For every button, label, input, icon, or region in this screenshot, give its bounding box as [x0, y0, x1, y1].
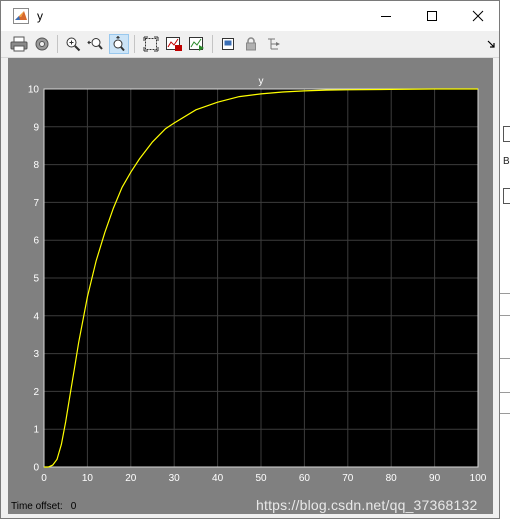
- x-tick-label: 40: [212, 473, 224, 484]
- background-window-edge: [500, 358, 510, 359]
- y-tick-label: 9: [33, 122, 39, 133]
- minimize-button[interactable]: [363, 1, 409, 31]
- background-block: [503, 188, 510, 204]
- close-icon: [472, 10, 484, 22]
- background-window-edge: [500, 315, 510, 316]
- scope-figure: 0 10 20 30 40 50 60 70 80 90 100 0 1 2 3 4 5 6 7 8 9 10 y: [8, 58, 493, 514]
- background-label: B: [503, 156, 510, 167]
- close-button[interactable]: [455, 1, 501, 31]
- background-window-edge: [500, 392, 510, 393]
- zoom-y-icon: [113, 36, 125, 52]
- zoom-in-icon: [66, 37, 81, 52]
- x-tick-label: 90: [429, 473, 441, 484]
- x-tick-label: 0: [41, 473, 47, 484]
- float-icon: [222, 38, 234, 50]
- signal-selection-button[interactable]: [264, 34, 284, 54]
- chart-title: y: [259, 76, 264, 87]
- toolbar-separator: [212, 35, 213, 53]
- zoom-in-button[interactable]: [63, 34, 83, 54]
- settings-button[interactable]: [32, 34, 52, 54]
- x-tick-label: 70: [342, 473, 354, 484]
- x-tick-label: 50: [255, 473, 267, 484]
- signal-selection-icon: [268, 38, 280, 50]
- dock-button[interactable]: [485, 34, 497, 54]
- toolbar-separator: [134, 35, 135, 53]
- time-offset-label: Time offset:: [11, 501, 63, 512]
- y-tick-label: 3: [33, 349, 39, 360]
- background-block: [503, 126, 510, 142]
- zoom-x-icon: [87, 38, 103, 50]
- maximize-icon: [427, 11, 437, 21]
- y-tick-label: 1: [33, 425, 39, 436]
- zoom-y-button[interactable]: [109, 34, 129, 54]
- save-axes-settings-icon: [166, 37, 182, 51]
- scope-plot[interactable]: 0 10 20 30 40 50 60 70 80 90 100 0 1 2 3 4 5 6 7 8 9 10 y: [8, 58, 493, 514]
- restore-axes-settings-icon: [189, 37, 204, 51]
- y-tick-label: 0: [33, 463, 39, 474]
- minimize-icon: [381, 16, 391, 17]
- x-tick-label: 60: [299, 473, 311, 484]
- window-title: y: [37, 9, 43, 23]
- print-icon: [10, 36, 28, 52]
- x-tick-label: 80: [386, 473, 398, 484]
- x-tick-label: 10: [82, 473, 94, 484]
- background-window-edge: [500, 293, 510, 294]
- watermark-text: https://blog.csdn.net/qq_37368132: [256, 497, 478, 513]
- scope-window: y 0 10 20 30 40 50 60 70 80 90 100 0 1 2…: [0, 0, 500, 519]
- y-tick-label: 4: [33, 311, 39, 322]
- lock-button[interactable]: [241, 34, 261, 54]
- dock-arrow-icon: [487, 40, 495, 48]
- background-window-edge: [500, 413, 510, 414]
- restore-axes-settings-button[interactable]: [187, 34, 207, 54]
- title-bar[interactable]: y: [1, 1, 499, 31]
- y-tick-label: 2: [33, 387, 39, 398]
- lock-icon: [246, 37, 256, 51]
- x-tick-label: 100: [470, 473, 487, 484]
- settings-icon: [35, 37, 49, 51]
- time-offset-status: Time offset: 0: [11, 501, 76, 512]
- matlab-app-icon: [13, 8, 29, 24]
- x-tick-label: 30: [169, 473, 181, 484]
- print-button[interactable]: [9, 34, 29, 54]
- time-offset-value: 0: [70, 501, 77, 512]
- x-tick-label: 20: [125, 473, 137, 484]
- maximize-button[interactable]: [409, 1, 455, 31]
- autoscale-button[interactable]: [141, 34, 161, 54]
- y-tick-label: 7: [33, 198, 39, 209]
- float-button[interactable]: [218, 34, 238, 54]
- y-tick-label: 5: [33, 274, 39, 285]
- y-tick-label: 8: [33, 160, 39, 171]
- save-axes-settings-button[interactable]: [164, 34, 184, 54]
- zoom-x-button[interactable]: [86, 34, 106, 54]
- scope-toolbar: [1, 31, 499, 58]
- autoscale-icon: [143, 36, 159, 52]
- y-tick-label: 10: [28, 85, 40, 96]
- toolbar-separator: [57, 35, 58, 53]
- y-tick-label: 6: [33, 236, 39, 247]
